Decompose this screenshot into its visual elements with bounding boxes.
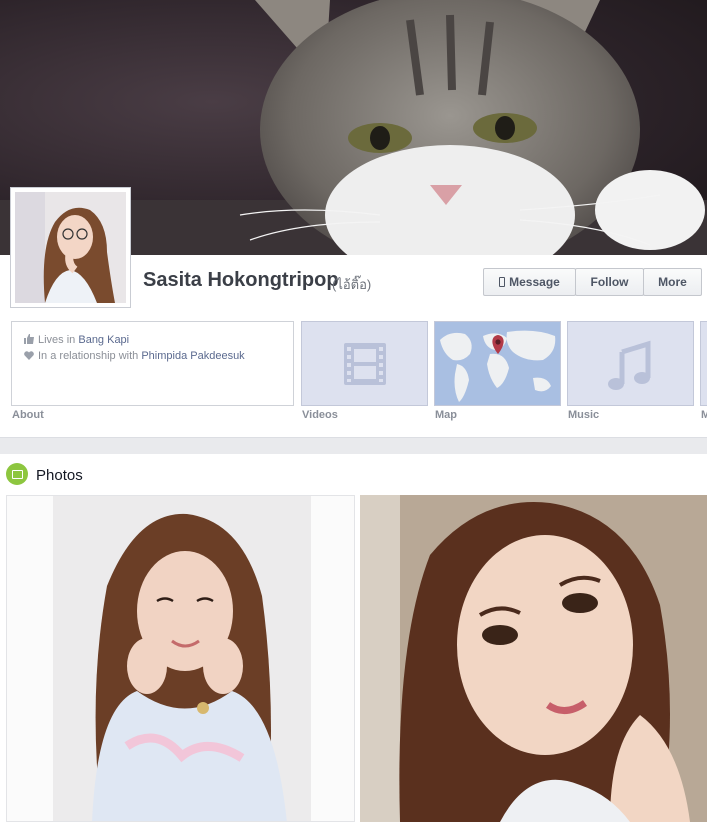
phone-icon [499,277,506,287]
photo-image [360,495,707,822]
map-tile-label[interactable]: Map [435,409,457,421]
profile-name[interactable]: Sasita Hokongtripop [143,269,339,292]
music-tile[interactable] [567,321,694,406]
avatar-image [15,192,126,303]
relationship-partner-link[interactable]: Phimpida Pakdeesuk [141,350,244,362]
music-tile-label[interactable]: Music [568,409,599,421]
more-button[interactable]: More [643,268,702,296]
profile-alternate-name: (ไอ้ติ๊อ) [332,277,372,292]
heart-icon [24,351,34,360]
about-relationship: In a relationship with Phimpida Pakdeesu… [24,350,245,362]
more-button-label: More [658,275,687,289]
photo-thumbnail[interactable] [360,495,707,822]
message-button[interactable]: Message [483,268,576,296]
follow-button-label: Follow [590,275,629,289]
profile-actions: Message Follow More [483,268,702,296]
film-icon [344,343,386,385]
videos-tile[interactable] [301,321,428,406]
music-note-icon [608,340,651,390]
message-button-label: Message [509,275,560,289]
like-icon [24,334,34,344]
about-tile-label[interactable]: About [12,409,44,421]
relationship-prefix: In a relationship with [38,350,139,362]
world-map-image [435,322,560,405]
photos-icon [6,463,28,485]
photo-image [7,496,354,821]
lives-in-prefix: Lives in [38,334,76,346]
map-tile[interactable] [434,321,561,406]
partial-tile[interactable] [700,321,707,406]
section-divider [0,437,707,454]
lives-in-place-link[interactable]: Bang Kapi [78,334,129,346]
photo-thumbnail[interactable] [6,495,355,822]
partial-tile-label[interactable]: M [701,409,707,421]
photos-section-title[interactable]: Photos [36,467,83,484]
about-lives-in: Lives in Bang Kapi [24,334,129,346]
follow-button[interactable]: Follow [575,268,644,296]
profile-avatar[interactable] [10,187,131,308]
videos-tile-label[interactable]: Videos [302,409,338,421]
about-box[interactable]: Lives in Bang Kapi In a relationship wit… [11,321,294,406]
